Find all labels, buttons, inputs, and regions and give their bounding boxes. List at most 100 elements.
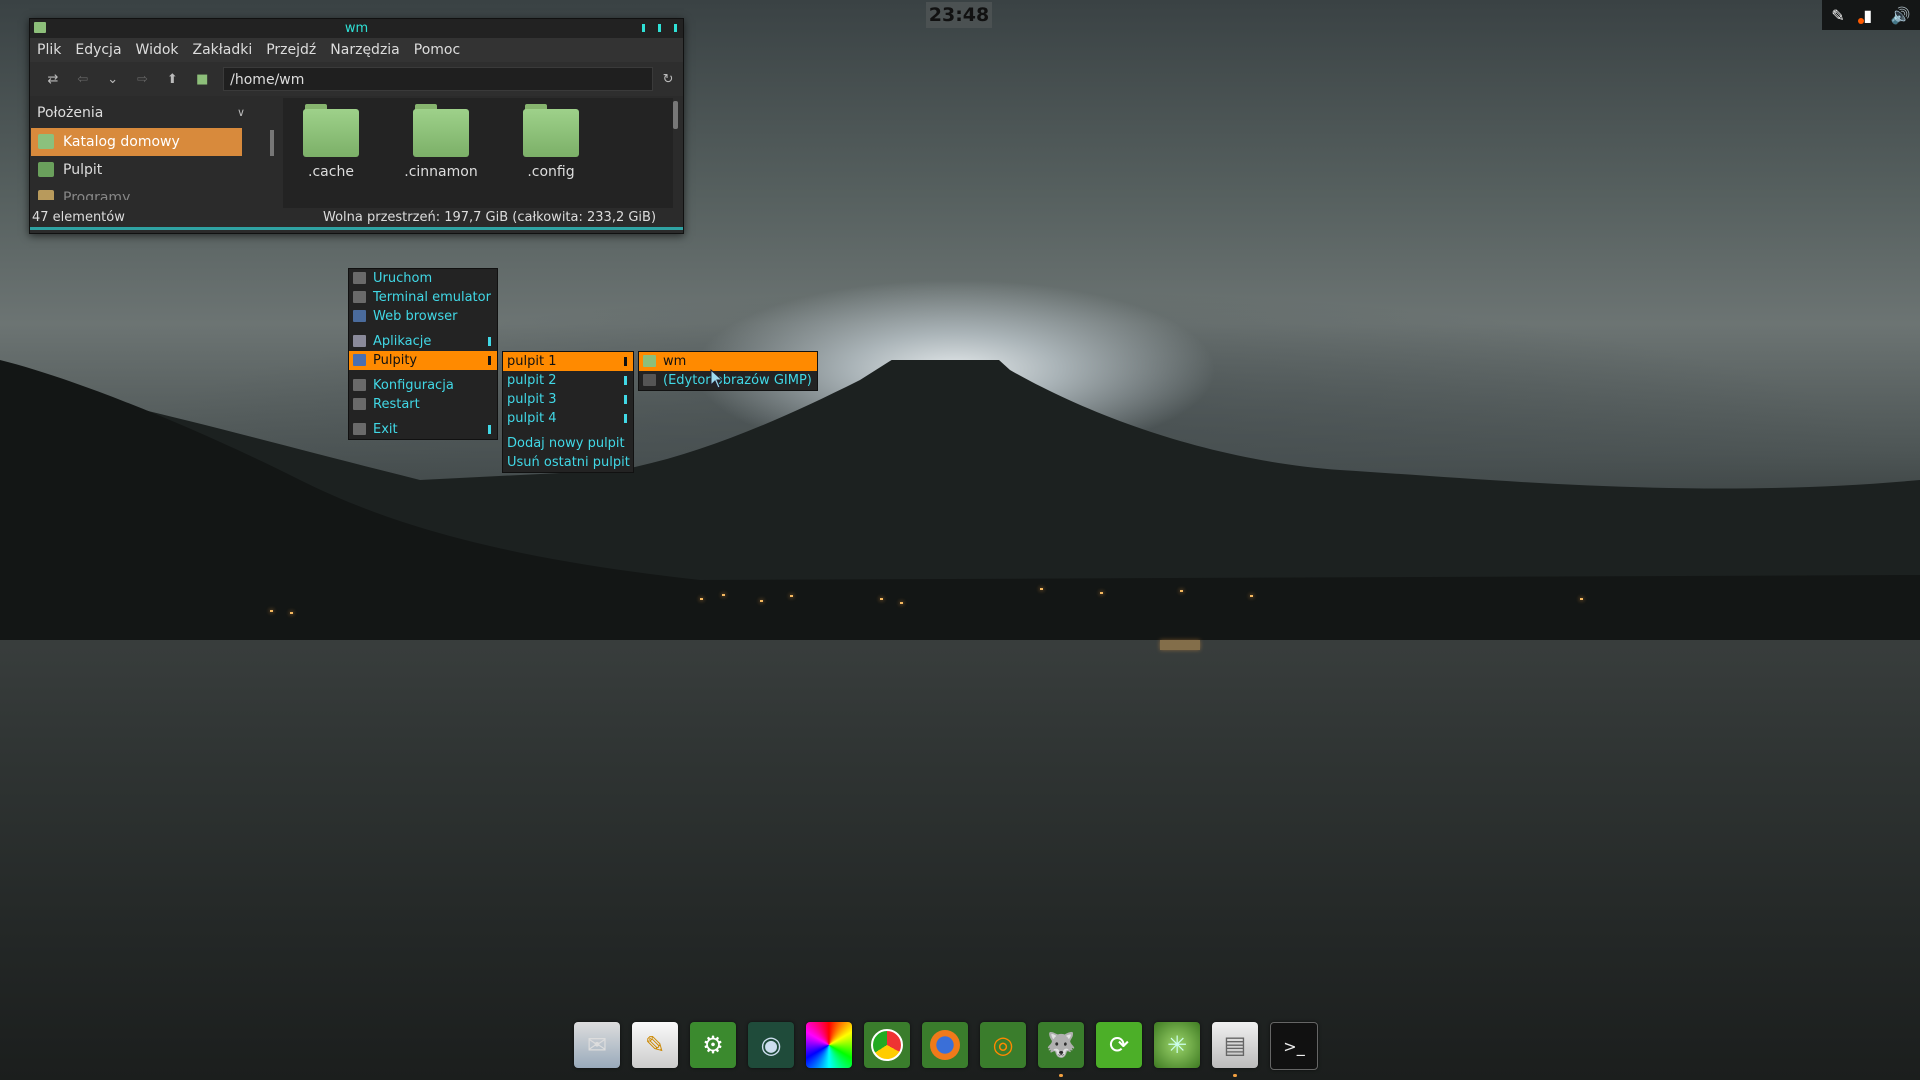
menu-plik[interactable]: Plik bbox=[30, 42, 68, 58]
menu-item-apps[interactable]: Aplikacje bbox=[349, 332, 497, 351]
sync-icon[interactable]: ⟳ bbox=[1096, 1022, 1142, 1068]
add-desktop-item[interactable]: Dodaj nowy pulpit bbox=[503, 434, 633, 453]
folder-name: .cinnamon bbox=[404, 164, 478, 180]
screenshot-icon[interactable]: ◉ bbox=[748, 1022, 794, 1068]
menu-item-desktop-3[interactable]: pulpit 3 bbox=[503, 390, 633, 409]
menu-item-desktops[interactable]: Pulpity bbox=[349, 351, 497, 370]
disk-usage-bar bbox=[30, 227, 683, 230]
gimp-icon[interactable]: 🐺 bbox=[1038, 1022, 1084, 1077]
menu-item-terminal[interactable]: Terminal emulator bbox=[349, 288, 497, 307]
volume-icon[interactable]: 🔊 bbox=[1891, 6, 1911, 25]
file-grid: .cache .cinnamon .config bbox=[283, 98, 673, 208]
menu-narzedzia[interactable]: Narzędzia bbox=[323, 42, 406, 58]
window-item-gimp[interactable]: (Edytor obrazów GIMP) bbox=[639, 371, 817, 390]
menu-item-label: Web browser bbox=[373, 309, 458, 324]
programs-icon bbox=[38, 190, 54, 200]
gear-icon bbox=[353, 379, 366, 391]
menu-zakladki[interactable]: Zakładki bbox=[186, 42, 260, 58]
remove-desktop-item[interactable]: Usuń ostatni pulpit bbox=[503, 453, 633, 472]
submenu-arrow-icon bbox=[488, 356, 491, 365]
menu-item-config[interactable]: Konfiguracja bbox=[349, 376, 497, 395]
menu-item-label: Aplikacje bbox=[373, 334, 432, 349]
pinwheel-icon[interactable]: ✳ bbox=[1154, 1022, 1200, 1068]
toolbar: ⇄ ⇦ ⌄ ⇨ ⬆ ■ /home/wm ↻ bbox=[30, 62, 683, 96]
menu-widok[interactable]: Widok bbox=[129, 42, 186, 58]
sidebar-item-desktop[interactable]: Pulpit bbox=[31, 156, 242, 184]
running-indicator bbox=[1233, 1074, 1237, 1077]
file-manager-icon[interactable]: ▤ bbox=[1212, 1022, 1258, 1077]
up-button[interactable]: ⬆ bbox=[157, 72, 187, 87]
desktops-submenu: pulpit 1 pulpit 2 pulpit 3 pulpit 4 Doda… bbox=[502, 351, 634, 473]
menu-item-run[interactable]: Uruchom bbox=[349, 269, 497, 288]
text-editor-icon[interactable]: ✎ bbox=[632, 1022, 678, 1068]
root-menu: Uruchom Terminal emulator Web browser Ap… bbox=[348, 268, 498, 440]
desktops-icon bbox=[353, 354, 366, 366]
menu-przejdz[interactable]: Przejdź bbox=[259, 42, 323, 58]
forward-button[interactable]: ⇨ bbox=[128, 72, 158, 87]
menu-item-desktop-2[interactable]: pulpit 2 bbox=[503, 371, 633, 390]
refresh-button[interactable]: ↻ bbox=[653, 72, 683, 87]
sidebar-item-label: Katalog domowy bbox=[63, 134, 180, 150]
run-icon bbox=[353, 272, 366, 284]
submenu-arrow-icon bbox=[488, 337, 491, 346]
firefox-icon[interactable] bbox=[922, 1022, 968, 1068]
apps-icon bbox=[353, 335, 366, 347]
minimize-button[interactable] bbox=[642, 24, 645, 32]
folder-name: .config bbox=[527, 164, 575, 180]
terminal-icon bbox=[353, 291, 366, 303]
menu-item-label: Uruchom bbox=[373, 271, 433, 286]
submenu-arrow-icon bbox=[624, 395, 627, 404]
menu-edycja[interactable]: Edycja bbox=[68, 42, 128, 58]
menu-item-label: pulpit 2 bbox=[507, 373, 557, 388]
menu-pomoc[interactable]: Pomoc bbox=[407, 42, 467, 58]
menu-item-label: (Edytor obrazów GIMP) bbox=[663, 373, 812, 388]
file-manager-body: Położenia ∨ Katalog domowy Pulpit Progra… bbox=[30, 98, 683, 208]
blender-icon[interactable]: ◎ bbox=[980, 1022, 1026, 1068]
pen-icon[interactable]: ✎ bbox=[1831, 6, 1844, 25]
folder-item[interactable]: .cache bbox=[291, 98, 371, 180]
sidebar-header[interactable]: Położenia ∨ bbox=[30, 98, 273, 128]
file-grid-scrollbar[interactable] bbox=[673, 101, 678, 129]
maximize-button[interactable] bbox=[658, 24, 661, 32]
terminal-icon[interactable]: >_ bbox=[1270, 1022, 1318, 1070]
mouse-cursor-icon bbox=[710, 369, 724, 389]
toggle-location-icon[interactable]: ⇄ bbox=[38, 72, 68, 87]
menu-item-label: pulpit 1 bbox=[507, 354, 557, 369]
clock[interactable]: 23:48 bbox=[926, 2, 992, 28]
sidebar-item-home[interactable]: Katalog domowy bbox=[31, 128, 242, 156]
menu-item-label: Terminal emulator bbox=[373, 290, 491, 305]
close-button[interactable] bbox=[674, 24, 677, 32]
sidebar-item-programs[interactable]: Programy bbox=[31, 184, 242, 200]
desktop-icon bbox=[38, 162, 54, 177]
menu-item-restart[interactable]: Restart bbox=[349, 395, 497, 414]
folder-app-icon[interactable] bbox=[34, 22, 46, 33]
sidebar-scrollbar[interactable] bbox=[270, 130, 274, 156]
submenu-arrow-icon bbox=[624, 376, 627, 385]
window-titlebar[interactable]: wm bbox=[30, 19, 683, 38]
folder-item[interactable]: .config bbox=[511, 98, 591, 180]
browser-icon bbox=[353, 310, 366, 322]
menubar: Plik Edycja Widok Zakładki Przejdź Narzę… bbox=[30, 38, 683, 62]
chevron-down-icon[interactable]: ∨ bbox=[237, 98, 245, 128]
mail-icon[interactable]: ✉ bbox=[574, 1022, 620, 1068]
menu-item-desktop-4[interactable]: pulpit 4 bbox=[503, 409, 633, 428]
dock: ✉ ✎ ⚙ ◉ ◎ 🐺 ⟳ ✳ ▤ >_ bbox=[574, 1022, 1318, 1077]
window-title: wm bbox=[344, 21, 369, 36]
menu-item-label: pulpit 4 bbox=[507, 411, 557, 426]
folder-item[interactable]: .cinnamon bbox=[401, 98, 481, 180]
network-icon[interactable]: ▮ bbox=[1863, 6, 1872, 25]
menu-item-desktop-1[interactable]: pulpit 1 bbox=[503, 352, 633, 371]
chrome-icon[interactable] bbox=[864, 1022, 910, 1068]
window-item-wm[interactable]: wm bbox=[639, 352, 817, 371]
history-dropdown-icon[interactable]: ⌄ bbox=[98, 72, 128, 87]
settings-icon[interactable]: ⚙ bbox=[690, 1022, 736, 1068]
location-input[interactable]: /home/wm bbox=[223, 67, 654, 91]
system-tray: ✎ ▮ 🔊 bbox=[1822, 0, 1920, 30]
back-button[interactable]: ⇦ bbox=[68, 72, 98, 87]
home-folder-icon[interactable]: ■ bbox=[187, 72, 217, 87]
menu-item-exit[interactable]: Exit bbox=[349, 420, 497, 439]
menu-item-browser[interactable]: Web browser bbox=[349, 307, 497, 326]
restart-icon bbox=[353, 398, 366, 410]
color-picker-icon[interactable] bbox=[806, 1022, 852, 1068]
sidebar-item-label: Pulpit bbox=[63, 162, 103, 178]
